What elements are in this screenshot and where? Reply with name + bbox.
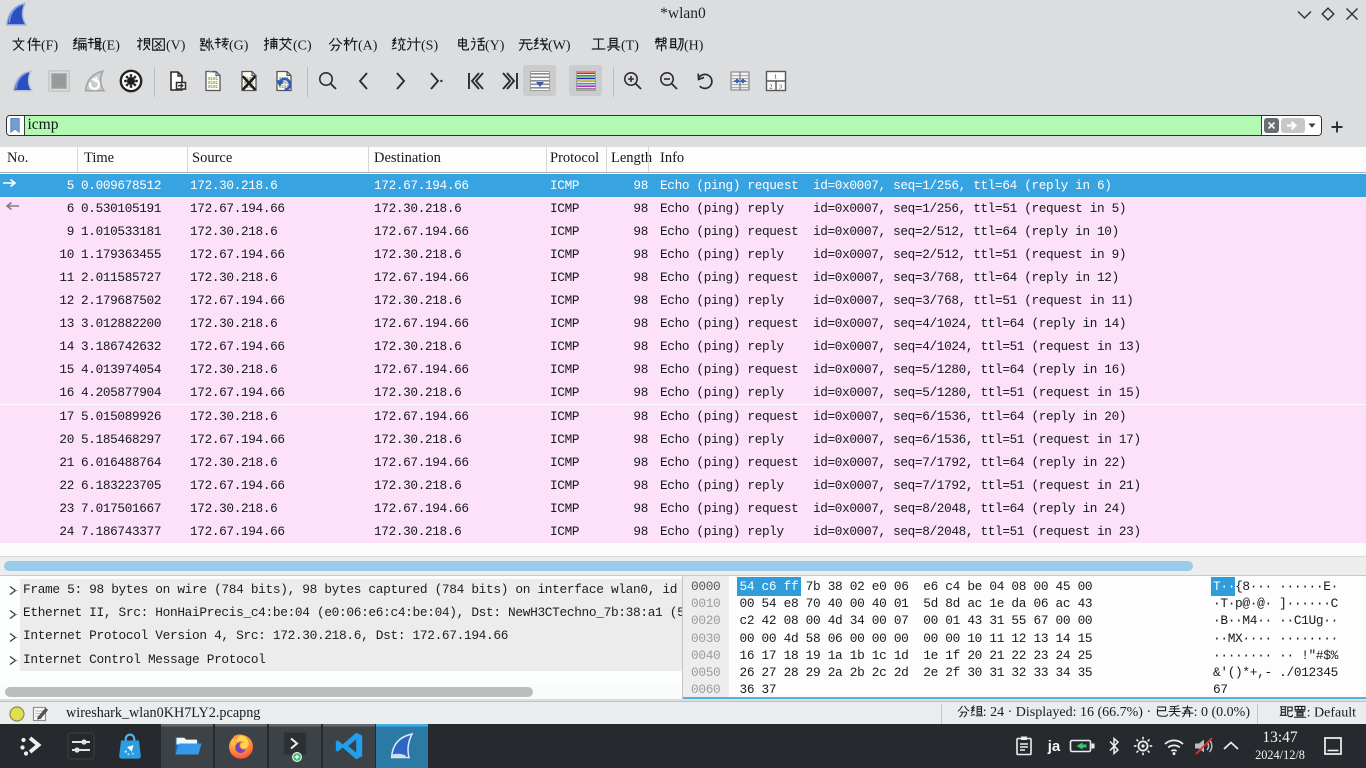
- svg-text:0101: 0101: [208, 86, 219, 90]
- svg-text:1: 1: [774, 73, 777, 80]
- svg-text:3: 3: [779, 84, 782, 91]
- svg-text:2: 2: [769, 84, 772, 91]
